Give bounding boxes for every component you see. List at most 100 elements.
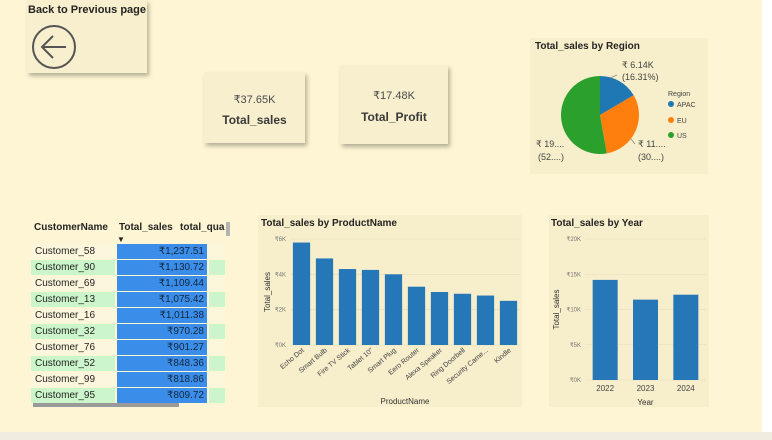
table-vertical-scrollbar[interactable] — [226, 222, 230, 236]
cell-total-quantity — [209, 340, 225, 355]
y-tick-label: ₹0K — [570, 377, 581, 384]
bar-alexa-speaker[interactable] — [430, 292, 449, 345]
legend-marker-apac — [668, 101, 674, 107]
cell-customer-name: Customer_90 — [31, 260, 115, 275]
cell-total-sales: ₹848.36 — [117, 356, 207, 371]
bar-echo-dot[interactable] — [292, 242, 311, 345]
cell-customer-name: Customer_69 — [31, 276, 115, 291]
cell-customer-name: Customer_16 — [31, 308, 115, 323]
table-row[interactable]: Customer_99 ₹818.86 — [31, 372, 225, 388]
y-tick-label: ₹0K — [275, 342, 286, 349]
cell-customer-name: Customer_13 — [31, 292, 115, 307]
x-tick-label: 2022 — [596, 384, 614, 393]
cell-total-quantity — [209, 260, 225, 275]
table-row[interactable]: Customer_13 ₹1,075.42 — [31, 292, 225, 308]
cell-total-quantity — [209, 356, 225, 371]
pie-chart-region-panel: Total_sales by Region ₹ 6.14K (16.31%) ₹… — [530, 38, 708, 174]
table-row[interactable]: Customer_90 ₹1,130.72 — [31, 260, 225, 276]
bar-security-came-[interactable] — [476, 295, 495, 345]
cell-total-sales: ₹818.86 — [117, 372, 207, 387]
y-tick-label: ₹5K — [570, 342, 581, 349]
y-tick-label: ₹20K — [567, 236, 582, 243]
legend-marker-us — [668, 132, 674, 138]
cell-total-sales: ₹809.72 — [117, 388, 207, 403]
cell-total-sales: ₹970.28 — [117, 324, 207, 339]
y-tick-label: ₹15K — [567, 271, 582, 278]
cell-customer-name: Customer_32 — [31, 324, 115, 339]
cell-total-sales: ₹1,130.72 — [117, 260, 207, 275]
back-button-label: Back to Previous page — [28, 4, 146, 16]
cell-total-sales: ₹1,011.38 — [117, 308, 207, 323]
y-tick-label: ₹6K — [275, 236, 286, 243]
bar-2023[interactable] — [632, 299, 659, 380]
bar-tablet-10-[interactable] — [361, 269, 380, 345]
pie-label-apac-pct: (16.31%) — [622, 72, 659, 82]
legend-marker-eu — [668, 117, 674, 123]
year-sales-chart-panel: Total_sales by Year ₹0K ₹5K ₹10K ₹15K ₹20K 20… — [549, 215, 709, 407]
pie-label-us-value: ₹ 19.... — [536, 139, 564, 149]
kpi-value: ₹37.65K — [233, 94, 276, 106]
table-row[interactable]: Customer_32 ₹970.28 — [31, 324, 225, 340]
canvas-right-edge — [762, 0, 772, 440]
product-bar-chart: ₹0K₹2K₹4K₹6KEcho DotSmart BulbFire TV St… — [263, 236, 520, 406]
product-sales-chart-panel: Total_sales by ProductName ₹0K ₹2K ₹4K ₹6K E… — [258, 215, 522, 407]
table-horizontal-scrollbar[interactable] — [33, 403, 179, 407]
table-row[interactable]: Customer_16 ₹1,011.38 — [31, 308, 225, 324]
cell-total-sales: ₹1,237.51 — [117, 244, 207, 259]
column-header-total-quantity[interactable]: total_qua — [180, 222, 224, 233]
year-bar-chart: ₹0K ₹5K ₹10K ₹15K ₹20K 2022 2023 2024 Year Total_… — [552, 236, 706, 407]
y-tick-label: ₹10K — [567, 307, 582, 314]
x-tick-label: 2024 — [677, 384, 695, 393]
cell-customer-name: Customer_76 — [31, 340, 115, 355]
column-header-total-sales[interactable]: Total_sales — [119, 222, 173, 233]
bar-fire-tv-stick[interactable] — [338, 269, 357, 345]
table-row[interactable]: Customer_52 ₹848.36 — [31, 356, 225, 372]
kpi-card-total-sales: ₹37.65K Total_sales — [204, 72, 305, 143]
bar-2024[interactable] — [673, 294, 699, 380]
cell-total-sales: ₹1,109.44 — [117, 276, 207, 291]
x-tick-label: Kindle — [493, 347, 512, 365]
pie-label-apac-value: ₹ 6.14K — [622, 60, 654, 70]
table-row[interactable]: Customer_69 ₹1,109.44 — [31, 276, 225, 292]
kpi-value: ₹17.48K — [373, 90, 415, 102]
pie-label-us-pct: (52....) — [538, 152, 564, 162]
bar-ring-doorbell[interactable] — [453, 293, 472, 345]
column-header-customername[interactable]: CustomerName — [34, 222, 108, 233]
pie-label-eu-pct: (30....) — [638, 152, 664, 162]
back-to-previous-page-button[interactable]: Back to Previous page — [27, 0, 147, 73]
bar-smart-bulb[interactable] — [315, 258, 334, 345]
legend-label-apac: APAC — [677, 102, 696, 109]
y-tick-label: ₹2K — [275, 307, 286, 314]
cell-customer-name: Customer_52 — [31, 356, 115, 371]
cell-customer-name: Customer_95 — [31, 388, 115, 403]
cell-customer-name: Customer_99 — [31, 372, 115, 387]
cell-total-quantity — [209, 292, 225, 307]
sort-descending-icon[interactable]: ▼ — [117, 235, 125, 244]
pie-label-eu-value: ₹ 11.... — [638, 139, 666, 149]
pie-slice-us[interactable] — [561, 76, 607, 154]
x-axis-label: Year — [637, 398, 654, 407]
arrow-left-circle-icon — [32, 25, 76, 69]
table-row[interactable]: Customer_58 ₹1,237.51 — [31, 244, 225, 260]
table-row[interactable]: Customer_76 ₹901.27 — [31, 340, 225, 356]
customer-sales-table[interactable]: CustomerName Total_sales total_qua ▼ Cus… — [31, 220, 230, 406]
cell-total-quantity — [209, 308, 225, 323]
kpi-card-total-profit: ₹17.48K Total_Profit — [340, 65, 448, 144]
legend-label-eu: EU — [677, 118, 687, 125]
table-row[interactable]: Customer_95 ₹809.72 — [31, 388, 225, 404]
cell-customer-name: Customer_58 — [31, 244, 115, 259]
bar-kindle[interactable] — [499, 300, 518, 345]
cell-total-sales: ₹901.27 — [117, 340, 207, 355]
kpi-label: Total_sales — [222, 113, 287, 127]
y-tick-label: ₹4K — [275, 271, 286, 278]
pie-legend-title: Region — [668, 91, 690, 98]
bar-smart-plug[interactable] — [384, 274, 403, 345]
y-axis-label: Total_sales — [552, 289, 561, 329]
bar-eero-router[interactable] — [407, 286, 426, 345]
cell-total-quantity — [209, 324, 225, 339]
legend-label-us: US — [677, 133, 687, 140]
bar-2022[interactable] — [592, 279, 618, 380]
y-axis-label: Total_sales — [263, 272, 272, 312]
cell-total-quantity — [209, 372, 225, 387]
canvas-bottom-edge — [0, 432, 772, 440]
